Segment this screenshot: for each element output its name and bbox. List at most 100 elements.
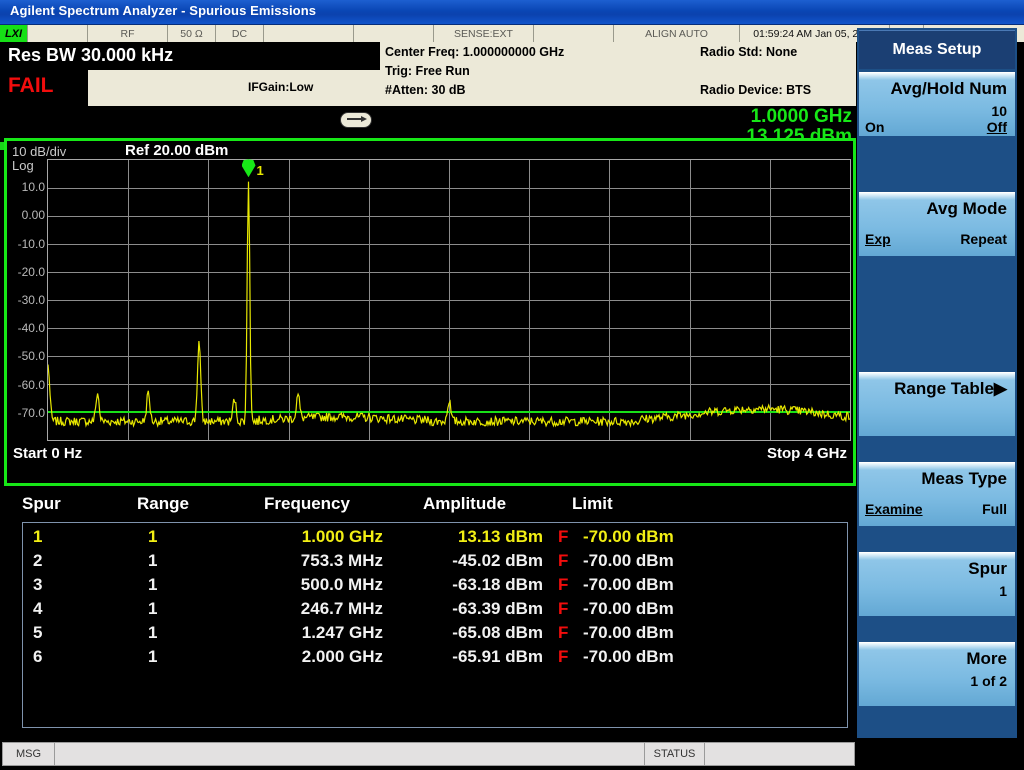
table-row[interactable]: 1 1 1.000 GHz 13.13 dBm F -70.00 dBm: [23, 527, 849, 551]
cell-limit: -70.00 dBm: [583, 527, 674, 546]
softkey-range-table[interactable]: Range Table▶: [859, 372, 1015, 436]
msg-text: [55, 743, 645, 765]
cell-flag: F: [558, 623, 569, 642]
spectrum-graph-panel[interactable]: 10 dB/div Log Ref 20.00 dBm 10.0 0.00 -10.…: [4, 138, 856, 486]
spectrum-analyzer-window: Agilent Spectrum Analyzer - Spurious Emi…: [0, 0, 1024, 770]
softkey-title: More: [966, 649, 1007, 668]
cell-amplitude: -45.02 dBm: [452, 551, 543, 570]
radio-device-label: Radio Device: BTS: [700, 83, 812, 97]
cell-spur: 3: [33, 575, 43, 594]
scale-per-div-label: 10 dB/div: [12, 144, 67, 159]
column-header-range: Range: [137, 494, 189, 513]
softkey-option-left[interactable]: On: [865, 119, 884, 135]
marker-frequency: 1.0000 GHz: [750, 106, 852, 127]
softkey-option-left[interactable]: Exp: [865, 231, 891, 247]
y-tick-label: -50.0: [17, 349, 45, 364]
cell-limit: -70.00 dBm: [583, 551, 674, 570]
cell-flag: F: [558, 551, 569, 570]
softkey-title: Range Table▶: [894, 379, 1007, 398]
column-header-limit: Limit: [572, 494, 613, 513]
softkey-value: 1: [999, 583, 1007, 599]
softkey-spur[interactable]: Spur 1: [859, 552, 1015, 616]
status-cell-dc: DC: [216, 25, 264, 42]
softkey-more[interactable]: More 1 of 2: [859, 642, 1015, 706]
fail-label: FAIL: [8, 74, 54, 97]
y-tick-label: -40.0: [17, 321, 45, 336]
table-row[interactable]: 6 1 2.000 GHz -65.91 dBm F -70.00 dBm: [23, 647, 849, 671]
softkey-title: Avg/Hold Num: [890, 79, 1007, 98]
status-cell-blank-5: [264, 25, 354, 42]
softkey-option-right[interactable]: Full: [982, 501, 1007, 517]
cell-frequency: 2.000 GHz: [301, 647, 383, 666]
status-label: STATUS: [645, 743, 705, 765]
res-bw-value: Res BW 30.000 kHz: [8, 45, 174, 65]
atten-label: #Atten: 30 dB: [385, 83, 466, 97]
status-text: [705, 743, 854, 765]
y-axis-ticks: 10.0 0.00 -10.0 -20.0 -30.0 -40.0 -50.0 -60.0 -7…: [7, 159, 47, 441]
status-cell-align-auto: ALIGN AUTO: [614, 25, 740, 42]
cell-flag: F: [558, 527, 569, 546]
cell-range: 1: [148, 575, 158, 594]
cell-spur: 6: [33, 647, 43, 666]
cell-frequency: 753.3 MHz: [300, 551, 383, 570]
cell-spur: 1: [33, 527, 43, 546]
bottom-bar-inner: MSG STATUS: [2, 742, 855, 766]
softkey-title: Avg Mode: [926, 199, 1007, 218]
cell-amplitude: -63.18 dBm: [452, 575, 543, 594]
table-row[interactable]: 3 1 500.0 MHz -63.18 dBm F -70.00 dBm: [23, 575, 849, 599]
cell-limit: -70.00 dBm: [583, 623, 674, 642]
softkey-panel-title: Meas Setup: [859, 30, 1015, 69]
softkey-value: 1 of 2: [970, 673, 1007, 689]
cell-range: 1: [148, 551, 158, 570]
softkey-meas-type[interactable]: Meas Type Examine Full: [859, 462, 1015, 526]
softkey-avg-mode[interactable]: Avg Mode Exp Repeat: [859, 192, 1015, 256]
column-header-frequency: Frequency: [264, 494, 350, 513]
table-row[interactable]: 4 1 246.7 MHz -63.39 dBm F -70.00 dBm: [23, 599, 849, 623]
cell-range: 1: [148, 647, 158, 666]
spur-results-table[interactable]: Spur Range Frequency Amplitude Limit 1 1 1.000…: [12, 494, 848, 734]
softkey-option-left[interactable]: Examine: [865, 501, 923, 517]
res-bw-box: Res BW 30.000 kHz: [0, 42, 380, 70]
fail-indicator: FAIL: [0, 70, 88, 106]
table-row[interactable]: 5 1 1.247 GHz -65.08 dBm F -70.00 dBm: [23, 623, 849, 647]
softkey-avg-hold-num[interactable]: Avg/Hold Num 10 On Off: [859, 72, 1015, 136]
cell-frequency: 1.000 GHz: [301, 527, 383, 546]
status-cell-50-: 50 Ω: [168, 25, 216, 42]
bottom-status-bar: MSG STATUS: [0, 738, 1024, 770]
column-header-spur: Spur: [22, 494, 61, 513]
window-title: Agilent Spectrum Analyzer - Spurious Emi…: [10, 3, 317, 18]
softkey-title: Meas Type: [921, 469, 1007, 488]
cell-limit: -70.00 dBm: [583, 575, 674, 594]
cell-spur: 4: [33, 599, 43, 618]
softkey-value: 10: [991, 103, 1007, 119]
softkey-option-right[interactable]: Off: [987, 119, 1007, 135]
column-header-amplitude: Amplitude: [422, 494, 507, 513]
cell-amplitude: -63.39 dBm: [452, 599, 543, 618]
table-header-row: Spur Range Frequency Amplitude Limit: [12, 494, 848, 520]
y-tick-label: -60.0: [17, 377, 45, 392]
cell-frequency: 246.7 MHz: [300, 599, 383, 618]
y-tick-label: 0.00: [21, 208, 45, 223]
table-row[interactable]: 2 1 753.3 MHz -45.02 dBm F -70.00 dBm: [23, 551, 849, 575]
plot-area[interactable]: 1: [47, 159, 851, 441]
status-cell-rf: RF: [88, 25, 168, 42]
cell-flag: F: [558, 575, 569, 594]
softkey-option-right[interactable]: Repeat: [960, 231, 1007, 247]
cell-limit: -70.00 dBm: [583, 647, 674, 666]
cell-range: 1: [148, 599, 158, 618]
cell-limit: -70.00 dBm: [583, 599, 674, 618]
spectrum-trace: [48, 181, 850, 429]
marker-number-label: 1: [256, 163, 264, 179]
table-body[interactable]: 1 1 1.000 GHz 13.13 dBm F -70.00 dBm 2 1 753.3 M…: [22, 522, 848, 728]
status-cell-lxi: LXI: [0, 25, 28, 42]
status-cell-sense-ext: SENSE:EXT: [434, 25, 534, 42]
trigger-label: Trig: Free Run: [385, 64, 470, 78]
center-freq-label: Center Freq: 1.000000000 GHz: [385, 45, 565, 59]
softkey-panel: Meas Setup Avg/Hold Num 10 On Off Avg Mode Ex…: [857, 28, 1017, 738]
cell-flag: F: [558, 599, 569, 618]
cell-frequency: 500.0 MHz: [300, 575, 383, 594]
y-tick-label: -70.0: [17, 405, 45, 420]
y-tick-label: -20.0: [17, 264, 45, 279]
cell-spur: 5: [33, 623, 43, 642]
if-gain-label: IFGain:Low: [248, 80, 314, 94]
